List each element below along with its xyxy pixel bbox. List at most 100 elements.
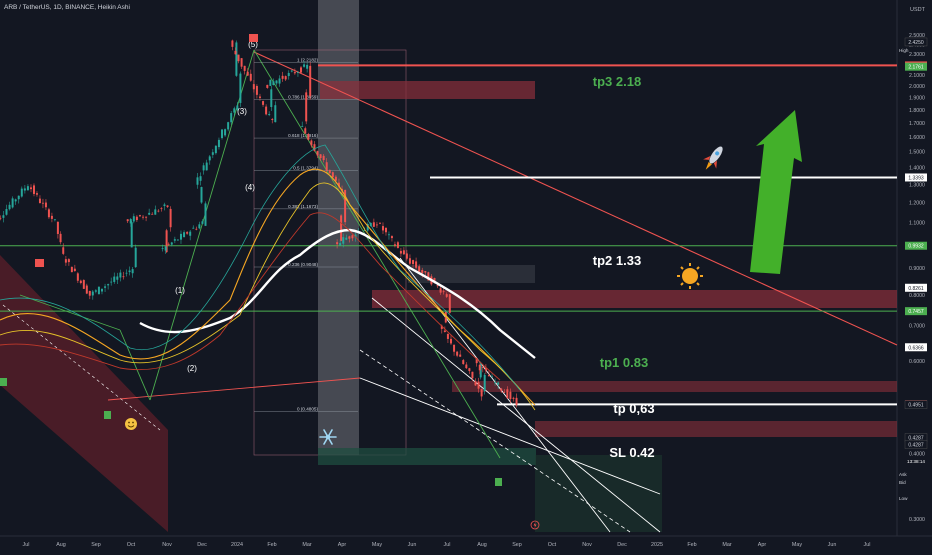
candle: [305, 92, 308, 122]
y-tick-label: 1.8000: [909, 108, 925, 114]
chart-canvas[interactable]: 1 (2.2182) 0.786 (1.8859) 0.618 (1.5916) 0.…: [0, 0, 932, 550]
candle: [134, 247, 137, 268]
candle: [477, 382, 480, 389]
candle: [70, 266, 73, 273]
target-label: SL 0.42: [609, 445, 654, 460]
candle: [170, 242, 173, 245]
candle: [509, 391, 512, 400]
candle: [119, 272, 122, 278]
candle: [307, 134, 310, 140]
candle: [340, 215, 343, 241]
candle: [384, 227, 387, 233]
candle: [449, 338, 452, 344]
candle: [125, 272, 128, 274]
candle: [258, 96, 261, 98]
candle: [240, 58, 243, 67]
candle: [235, 42, 238, 76]
smiley-icon: [125, 418, 137, 430]
candle: [274, 105, 277, 123]
grey-zone: [408, 265, 535, 283]
candle: [487, 375, 490, 377]
candle: [62, 247, 65, 254]
candle: [154, 209, 157, 215]
y-tick-label: 1.7000: [909, 121, 925, 127]
candle: [399, 250, 402, 254]
side-label: High: [899, 48, 909, 53]
x-tick-label: Apr: [338, 542, 347, 548]
candle: [445, 294, 448, 297]
candle: [322, 155, 325, 161]
candle: [442, 291, 445, 293]
chart-root[interactable]: 1 (2.2182) 0.786 (1.8859) 0.618 (1.5916) 0.…: [0, 0, 932, 550]
candle: [424, 271, 427, 273]
candle: [269, 79, 272, 86]
candle: [478, 364, 481, 371]
candle: [348, 236, 351, 239]
candle: [379, 222, 381, 224]
candle: [8, 204, 11, 210]
candle: [5, 209, 8, 215]
candle: [339, 243, 342, 246]
price-tag-label: 0.6366: [908, 345, 924, 351]
candle: [113, 276, 116, 282]
candle: [246, 71, 249, 76]
candle: [17, 195, 20, 200]
candle: [91, 291, 94, 296]
candle: [167, 243, 170, 245]
candle: [73, 268, 76, 272]
candle: [116, 276, 119, 280]
candle: [491, 376, 494, 378]
candle: [231, 40, 234, 47]
candle: [64, 259, 67, 263]
fib-label: 0.5 (1.3794): [293, 166, 318, 171]
candle: [47, 209, 50, 218]
candle: [204, 203, 207, 226]
candle: [300, 67, 303, 73]
candle: [138, 215, 141, 217]
candle: [230, 113, 233, 123]
price-tag-label: 2.1761: [908, 65, 924, 71]
candle: [483, 374, 486, 391]
x-tick-label: Jun: [828, 542, 837, 548]
candle: [224, 129, 227, 136]
candle: [494, 382, 497, 383]
price-tag-label: 2.4250: [908, 40, 924, 46]
candle: [271, 119, 274, 120]
support-zone: [318, 448, 536, 465]
candle: [135, 216, 138, 221]
candle: [132, 216, 135, 222]
currency-label: USDT: [910, 7, 926, 13]
y-tick-label: 1.2000: [909, 201, 925, 207]
red-flag-marker: [35, 259, 44, 267]
candle: [500, 388, 503, 391]
candle: [94, 290, 97, 292]
y-tick-label: 0.7000: [909, 324, 925, 330]
candle: [23, 188, 26, 191]
candle: [474, 381, 477, 386]
candle: [325, 162, 328, 171]
y-tick-label: 2.0000: [909, 84, 925, 90]
candle: [255, 85, 258, 95]
x-tick-label: 2024: [231, 542, 243, 548]
candle: [412, 260, 415, 265]
y-tick-label: 1.6000: [909, 135, 925, 141]
fib-label: 0.236 (0.9048): [288, 262, 318, 267]
x-tick-label: Nov: [582, 542, 592, 548]
candle: [342, 237, 345, 244]
candle: [334, 176, 337, 181]
candle: [381, 226, 384, 231]
candle: [331, 172, 334, 178]
candle: [0, 217, 2, 219]
candle: [14, 199, 17, 202]
candle: [266, 84, 269, 88]
candle: [107, 284, 110, 286]
candle: [408, 258, 411, 264]
y-tick-label: 0.3000: [909, 517, 925, 523]
side-label: Low: [899, 496, 908, 501]
candle: [79, 280, 82, 284]
candle: [173, 239, 176, 241]
candle: [234, 50, 237, 55]
y-tick-label: 1.3000: [909, 182, 925, 188]
candle: [145, 216, 148, 218]
x-tick-label: Oct: [127, 542, 136, 548]
